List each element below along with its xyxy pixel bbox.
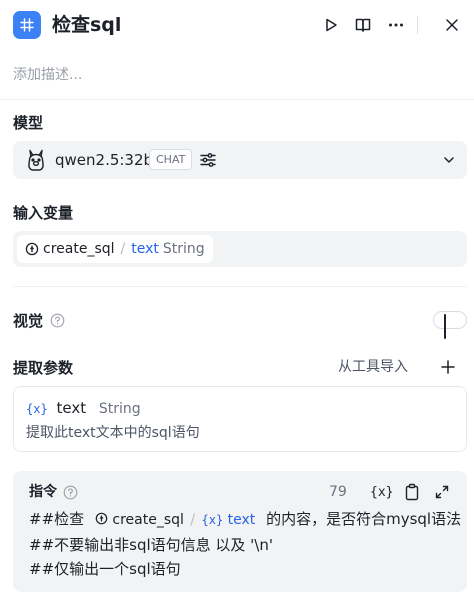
book-icon[interactable] bbox=[352, 14, 374, 36]
path-separator: / bbox=[120, 241, 126, 257]
vision-toggle[interactable] bbox=[433, 311, 467, 339]
close-icon[interactable] bbox=[441, 14, 463, 36]
node-title[interactable]: 检查sql bbox=[52, 13, 121, 37]
param-type: String bbox=[98, 401, 141, 417]
divider bbox=[13, 286, 467, 287]
param-item[interactable]: {x} text String 提取此text文本中的sql语句 bbox=[13, 386, 467, 452]
toggle-cursor bbox=[444, 314, 446, 339]
variable-icon: {x} bbox=[26, 402, 48, 416]
node-ref-icon bbox=[95, 512, 108, 525]
input-var-field[interactable]: create_sql / text String bbox=[13, 231, 467, 267]
node-ref-icon bbox=[25, 242, 39, 256]
variable-reference[interactable]: create_sql / text String bbox=[17, 235, 213, 263]
run-icon[interactable] bbox=[320, 14, 342, 36]
chevron-down-icon[interactable] bbox=[441, 152, 457, 168]
expand-icon[interactable] bbox=[432, 482, 452, 502]
extract-params-title: 提取参数 bbox=[13, 359, 74, 377]
model-name: qwen2.5:32b bbox=[55, 151, 154, 169]
char-count: 79 bbox=[329, 484, 347, 500]
node-type-icon bbox=[13, 11, 41, 39]
vision-title: 视觉 bbox=[13, 312, 44, 330]
import-from-tool-link[interactable]: 从工具导入 bbox=[338, 358, 408, 376]
var-type: String bbox=[162, 241, 205, 257]
inline-variable-reference[interactable]: create_sql / {x} text bbox=[95, 509, 255, 531]
add-param-icon[interactable] bbox=[439, 358, 457, 376]
more-icon[interactable] bbox=[385, 14, 407, 36]
copy-icon[interactable] bbox=[402, 482, 422, 502]
model-selector[interactable]: qwen2.5:32b CHAT bbox=[13, 141, 467, 179]
help-icon[interactable] bbox=[63, 485, 78, 500]
instruction-text: 的内容，是否符合mysql语法 bbox=[266, 510, 462, 528]
instruction-editor[interactable]: 指令 79 {x} ##检查 create_sql / {x} text 的内容… bbox=[13, 471, 467, 592]
node-header: 检查sql bbox=[0, 0, 474, 52]
param-description: 提取此text文本中的sql语句 bbox=[26, 425, 200, 441]
model-mode-badge: CHAT bbox=[149, 149, 193, 170]
description-input[interactable]: 添加描述... bbox=[13, 64, 82, 84]
instruction-line: ##检查 create_sql / {x} text 的内容，是否符合mysql… bbox=[29, 508, 461, 531]
instruction-text: ##检查 bbox=[29, 510, 85, 528]
settings-sliders-icon[interactable] bbox=[199, 151, 217, 169]
ollama-logo-icon bbox=[28, 149, 44, 171]
input-vars-title: 输入变量 bbox=[13, 204, 74, 222]
model-section-title: 模型 bbox=[13, 114, 44, 132]
var-name: text bbox=[227, 512, 256, 528]
help-icon[interactable] bbox=[50, 313, 65, 328]
param-name: text bbox=[56, 399, 87, 417]
path-separator: / bbox=[190, 512, 196, 528]
instruction-line: ##不要输出非sql语句信息 以及 '\n' bbox=[29, 536, 273, 554]
divider bbox=[0, 99, 474, 100]
header-divider bbox=[417, 16, 418, 34]
param-header: {x} text String bbox=[26, 398, 141, 419]
instruction-title: 指令 bbox=[29, 484, 57, 500]
node-name: create_sql bbox=[43, 241, 115, 257]
variable-icon: {x} bbox=[201, 513, 224, 527]
insert-variable-button[interactable]: {x} bbox=[370, 482, 393, 502]
node-name: create_sql bbox=[112, 512, 184, 528]
var-name: text bbox=[131, 241, 159, 257]
instruction-line: ##仅输出一个sql语句 bbox=[29, 560, 181, 578]
